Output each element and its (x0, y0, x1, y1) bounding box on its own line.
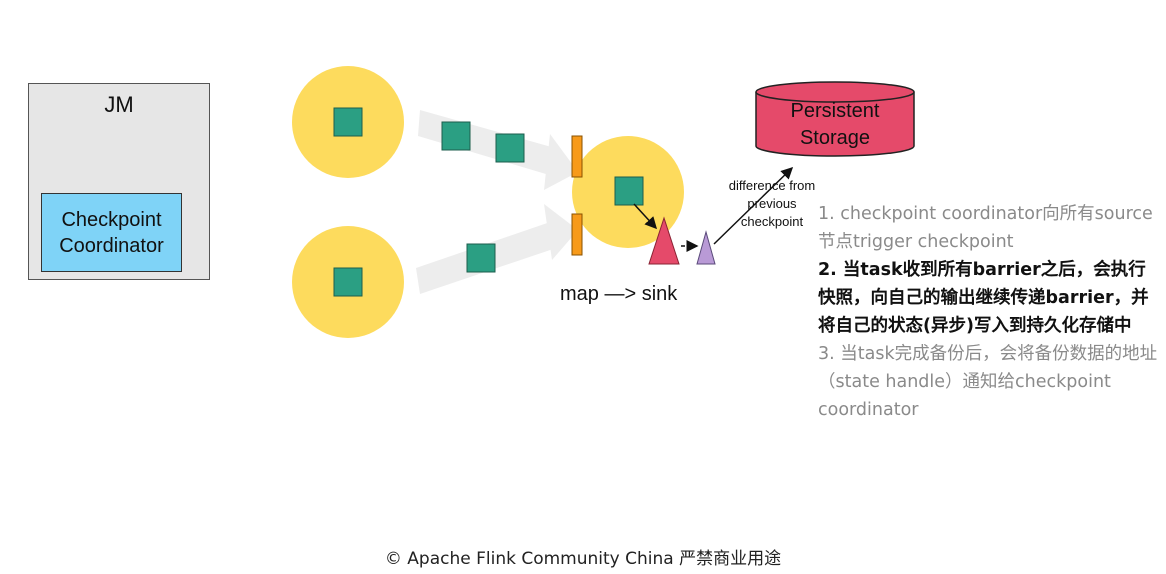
record-in-flight-3 (466, 243, 496, 273)
record-map-sink (614, 176, 644, 206)
record-source-lower (333, 267, 363, 297)
checkpoint-coordinator-box: Checkpoint Coordinator (41, 193, 182, 272)
copyright-footer: © Apache Flink Community China 严禁商业用途 (384, 549, 782, 569)
diff-state-triangle (696, 230, 716, 265)
stream-band-upper (418, 110, 562, 177)
step-1: 1. checkpoint coordinator向所有source节点trig… (818, 204, 1153, 252)
persistent-storage-label: Persistent Storage (790, 100, 880, 149)
checkpoint-coordinator-label: Checkpoint Coordinator (59, 208, 164, 257)
operator-label: map —> sink (560, 283, 678, 305)
step-2: 2. 当task收到所有barrier之后，会执行快照，向自己的输出继续传递ba… (818, 260, 1149, 336)
step-3: 3. 当task完成备份后，会将备份数据的地址（state handle）通知给… (818, 344, 1158, 420)
record-in-flight-2 (495, 133, 525, 163)
barrier-lower (571, 213, 583, 256)
diff-annotation: difference from previous checkpoint (728, 178, 816, 229)
checkpoint-steps: 1. checkpoint coordinator向所有source节点trig… (818, 200, 1158, 424)
barrier-upper (571, 135, 583, 178)
job-manager-title: JM (104, 92, 134, 117)
record-in-flight-1 (441, 121, 471, 151)
record-source-upper (333, 107, 363, 137)
